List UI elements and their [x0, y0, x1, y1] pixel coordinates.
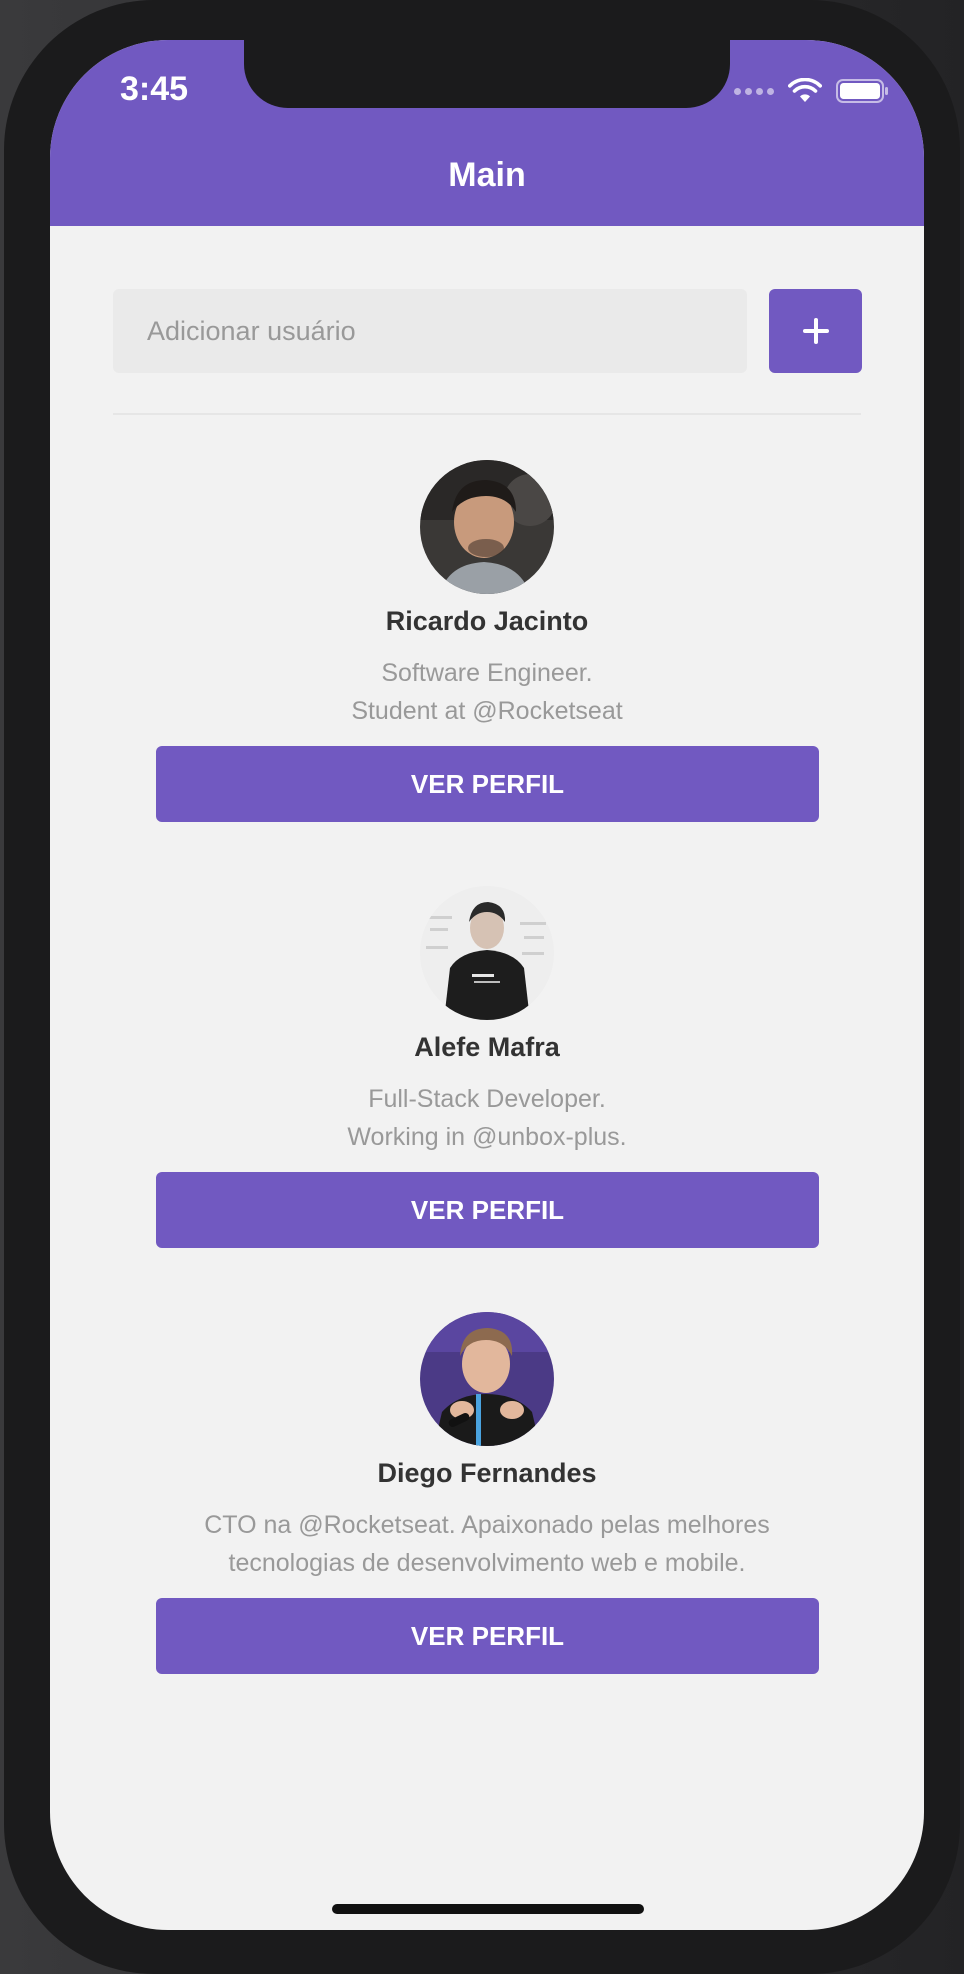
user-name: Ricardo Jacinto: [385, 606, 589, 636]
page-title: Main: [448, 156, 526, 194]
status-icons: [734, 78, 890, 104]
user-bio: Software Engineer. Student at @Rocketsea…: [150, 654, 824, 730]
cellular-signal-icon: [734, 87, 774, 95]
user-name: Alefe Mafra: [414, 1032, 560, 1062]
add-user-input[interactable]: [113, 289, 747, 373]
user-bio-line: Working in @unbox-plus.: [347, 1123, 627, 1151]
wifi-icon: [788, 78, 822, 102]
view-profile-button[interactable]: VER PERFIL: [156, 1172, 819, 1248]
home-indicator[interactable]: [332, 1904, 644, 1914]
phone-frame: 3:45 Main Adicionar usuário Ricardo Jaci…: [4, 0, 960, 1974]
avatar: [420, 1312, 554, 1446]
user-bio: CTO na @Rocketseat. Apaixonado pelas mel…: [150, 1506, 824, 1582]
user-bio-line: Full-Stack Developer.: [368, 1085, 606, 1113]
device-notch: [244, 40, 730, 108]
user-bio-line: tecnologias de desenvolvimento web e mob…: [228, 1549, 746, 1577]
app-screen: 3:45 Main Adicionar usuário Ricardo Jaci…: [50, 40, 924, 1930]
avatar: [420, 460, 554, 594]
user-card: Ricardo Jacinto Software Engineer. Stude…: [50, 460, 924, 840]
user-bio: Full-Stack Developer. Working in @unbox-…: [150, 1080, 824, 1156]
user-card: Alefe Mafra Full-Stack Developer. Workin…: [50, 886, 924, 1266]
user-name: Diego Fernandes: [377, 1458, 597, 1488]
user-card: Diego Fernandes CTO na @Rocketseat. Apai…: [50, 1312, 924, 1692]
avatar: [420, 886, 554, 1020]
status-time: 3:45: [120, 70, 189, 108]
battery-icon: [836, 79, 888, 103]
user-bio-line: Student at @Rocketseat: [351, 697, 623, 725]
view-profile-button[interactable]: VER PERFIL: [156, 1598, 819, 1674]
user-bio-line: Software Engineer.: [381, 659, 593, 687]
form-divider: [113, 413, 861, 415]
add-user-form: [113, 289, 862, 373]
view-profile-button[interactable]: VER PERFIL: [156, 746, 819, 822]
plus-icon: [802, 318, 829, 344]
user-bio-line: CTO na @Rocketseat. Apaixonado pelas mel…: [204, 1511, 770, 1539]
add-user-button[interactable]: [769, 289, 862, 373]
